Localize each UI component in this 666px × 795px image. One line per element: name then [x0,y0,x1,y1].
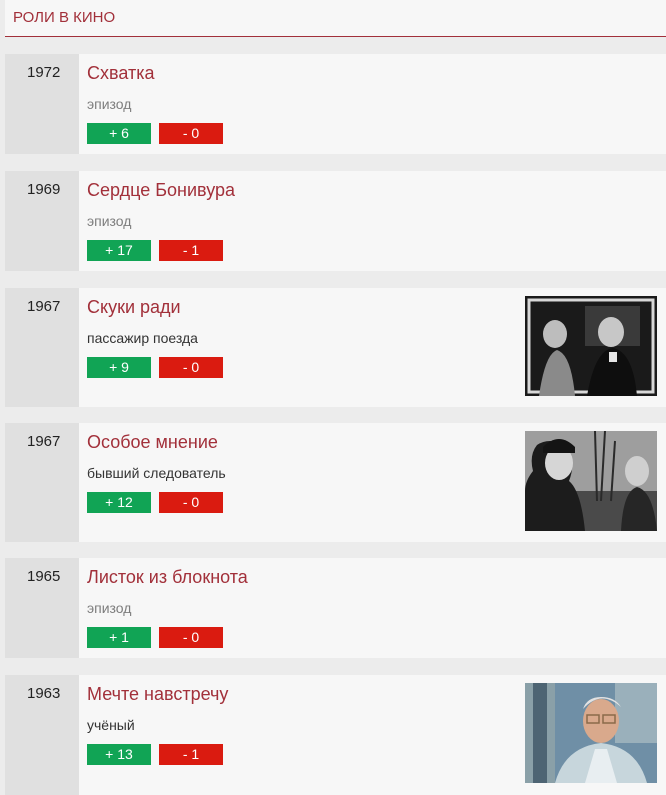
film-still-image[interactable] [525,431,657,531]
role-info: Особое мнение бывший следователь + 12 - … [79,423,666,542]
role-row: 1967 Скуки ради пассажир поезда + 9 - 0 [5,288,666,407]
film-still-graphic [525,683,657,783]
film-title-link[interactable]: Сердце Бонивура [87,180,235,201]
vote-up-button[interactable]: + 6 [87,123,151,144]
year-column: 1963 [5,675,79,795]
role-info: Мечте навстречу учёный + 13 - 1 [79,675,666,795]
vote-down-button[interactable]: - 1 [159,744,223,765]
role-year: 1969 [27,181,61,198]
role-info: Листок из блокнота эпизод + 1 - 0 [79,558,666,658]
year-column: 1972 [5,54,79,154]
role-name: бывший следователь [87,465,226,481]
vote-down-button[interactable]: - 0 [159,123,223,144]
vote-up-button[interactable]: + 13 [87,744,151,765]
film-title-link[interactable]: Листок из блокнота [87,567,248,588]
role-row: 1965 Листок из блокнота эпизод + 1 - 0 [5,558,666,658]
vote-down-button[interactable]: - 0 [159,357,223,378]
film-title-link[interactable]: Скуки ради [87,297,181,318]
role-name: эпизод [87,600,132,616]
film-still-graphic [525,296,657,396]
vote-up-button[interactable]: + 1 [87,627,151,648]
film-still-graphic [525,431,657,531]
role-row: 1967 Особое мнение бывший следователь + … [5,423,666,542]
year-column: 1965 [5,558,79,658]
vote-up-button[interactable]: + 12 [87,492,151,513]
film-still-image[interactable] [525,296,657,396]
film-title-link[interactable]: Особое мнение [87,432,218,453]
role-row: 1969 Сердце Бонивура эпизод + 17 - 1 [5,171,666,271]
role-row: 1972 Схватка эпизод + 6 - 0 [5,54,666,154]
role-year: 1967 [27,298,61,315]
section-header: РОЛИ В КИНО [5,0,666,37]
vote-down-button[interactable]: - 1 [159,240,223,261]
role-name: пассажир поезда [87,330,198,346]
film-title-link[interactable]: Схватка [87,63,155,84]
year-column: 1967 [5,288,79,407]
role-info: Схватка эпизод + 6 - 0 [79,54,666,154]
role-year: 1972 [27,64,61,81]
role-name: эпизод [87,96,132,112]
role-name: эпизод [87,213,132,229]
year-column: 1969 [5,171,79,271]
film-title-link[interactable]: Мечте навстречу [87,684,228,705]
role-name: учёный [87,717,135,733]
role-info: Скуки ради пассажир поезда + 9 - 0 [79,288,666,407]
role-info: Сердце Бонивура эпизод + 17 - 1 [79,171,666,271]
role-year: 1963 [27,685,61,702]
vote-down-button[interactable]: - 0 [159,627,223,648]
vote-down-button[interactable]: - 0 [159,492,223,513]
vote-up-button[interactable]: + 9 [87,357,151,378]
vote-up-button[interactable]: + 17 [87,240,151,261]
role-year: 1967 [27,433,61,450]
year-column: 1967 [5,423,79,542]
role-year: 1965 [27,568,61,585]
film-still-image[interactable] [525,683,657,783]
section-title: РОЛИ В КИНО [13,9,116,26]
role-row: 1963 Мечте навстречу учёный + 13 - 1 [5,675,666,795]
